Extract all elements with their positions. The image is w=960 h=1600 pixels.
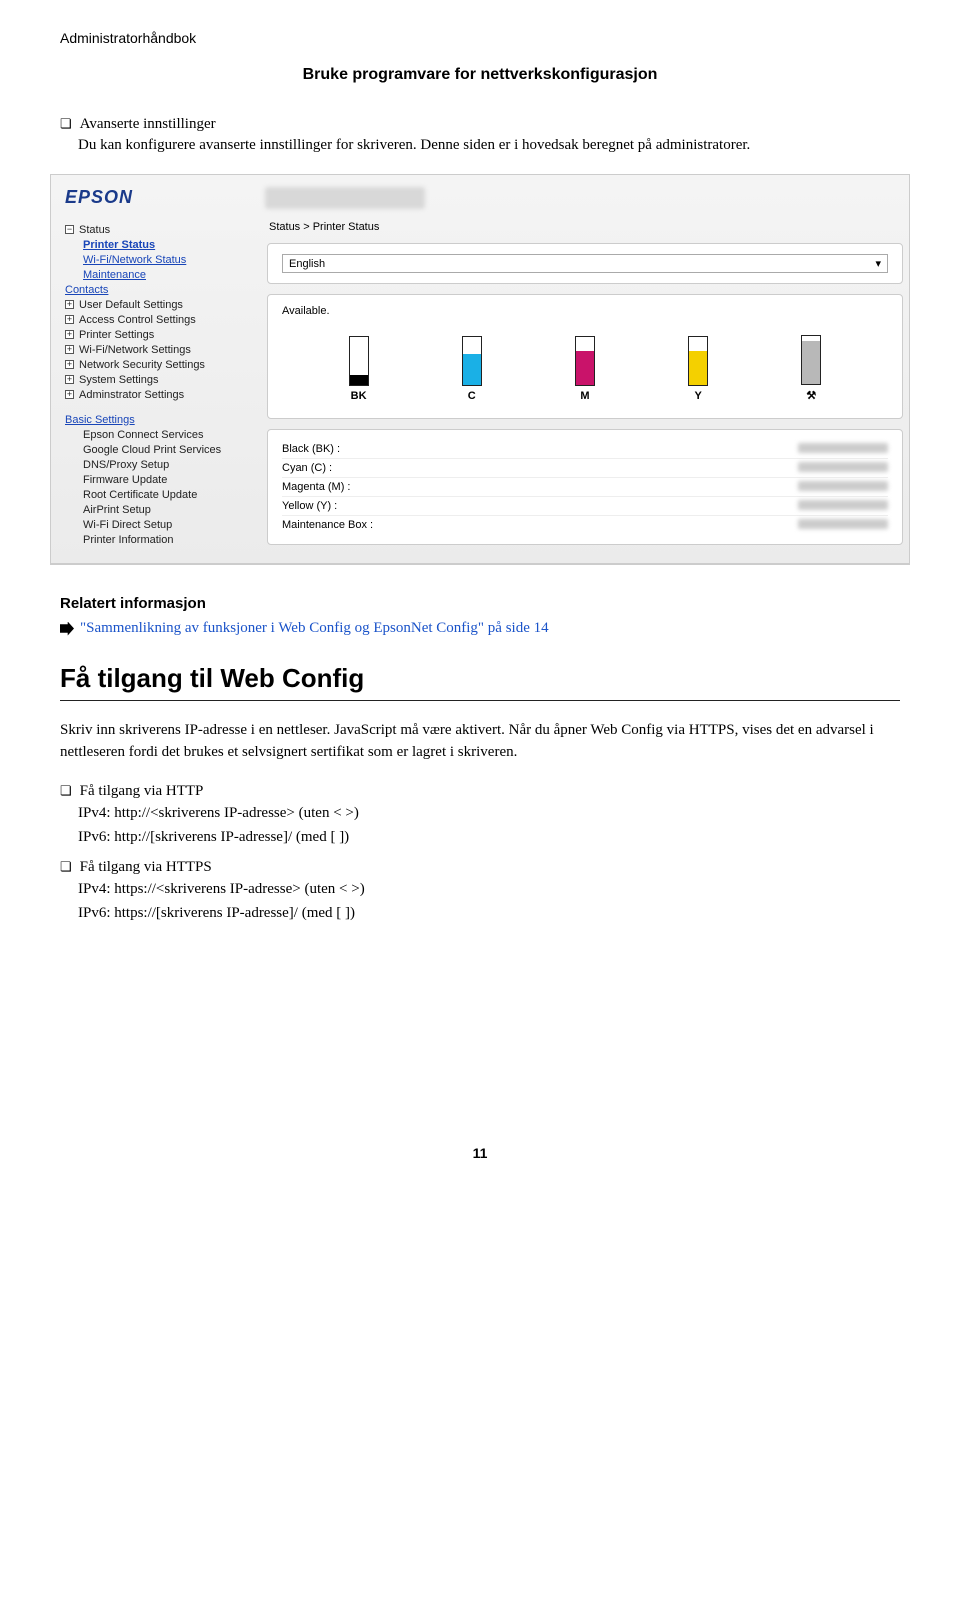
tree-wifi-direct[interactable]: Wi-Fi Direct Setup: [65, 517, 249, 532]
blurred-value: [798, 481, 888, 491]
tree-contacts[interactable]: Contacts: [65, 282, 249, 297]
ink-maintbox: ⚒: [801, 335, 821, 402]
expand-icon[interactable]: +: [65, 330, 74, 339]
tree-basic-settings[interactable]: Basic Settings: [65, 412, 249, 427]
ink-label-m: M: [580, 390, 589, 402]
chevron-down-icon: ▾: [875, 257, 881, 270]
tree-status[interactable]: −Status: [65, 222, 249, 237]
page-number: 11: [60, 1145, 900, 1161]
bullet-icon: ❏: [60, 857, 72, 877]
https-ipv6: IPv6: https://[skriverens IP-adresse]/ (…: [78, 901, 900, 925]
tree-label: System Settings: [79, 374, 158, 386]
tree-network-security[interactable]: + Network Security Settings: [65, 357, 249, 372]
ink-label-c: C: [468, 390, 476, 402]
consumable-row: Yellow (Y) :: [282, 496, 888, 515]
tree-label: Printer Settings: [79, 329, 154, 341]
https-title: Få tilgang via HTTPS: [80, 857, 212, 877]
tree-epson-connect[interactable]: Epson Connect Services: [65, 427, 249, 442]
section-title: Bruke programvare for nettverkskonfigura…: [60, 66, 900, 84]
language-value: English: [289, 258, 325, 270]
consumables-panel: Black (BK) : Cyan (C) : Magenta (M) : Ye…: [267, 429, 903, 545]
expand-icon[interactable]: +: [65, 390, 74, 399]
para-intro: Skriv inn skriverens IP-adresse i en net…: [60, 719, 900, 763]
heading-web-config: Få tilgang til Web Config: [60, 663, 900, 701]
blurred-value: [798, 519, 888, 529]
expand-icon[interactable]: +: [65, 345, 74, 354]
blurred-value: [798, 462, 888, 472]
blurred-value: [798, 443, 888, 453]
tree-airprint[interactable]: AirPrint Setup: [65, 502, 249, 517]
consumable-label: Yellow (Y) :: [282, 500, 337, 512]
ink-cyan: C: [462, 336, 482, 402]
expand-icon[interactable]: +: [65, 360, 74, 369]
tree-root-cert[interactable]: Root Certificate Update: [65, 487, 249, 502]
blurred-value: [798, 500, 888, 510]
https-ipv4: IPv4: https://<skriverens IP-adresse> (u…: [78, 877, 900, 901]
ink-label-bk: BK: [351, 390, 367, 402]
webconfig-screenshot: EPSON −Status Printer Status Wi-Fi/Netwo…: [50, 174, 910, 565]
status-panel: Available. BK C M Y ⚒: [267, 294, 903, 419]
tree-user-default[interactable]: + User Default Settings: [65, 297, 249, 312]
epson-logo: EPSON: [65, 187, 249, 208]
expand-icon[interactable]: +: [65, 375, 74, 384]
http-ipv6: IPv6: http://[skriverens IP-adresse]/ (m…: [78, 825, 900, 849]
ink-levels: BK C M Y ⚒: [282, 329, 888, 408]
screenshot-main: Status > Printer Status English ▾ Availa…: [261, 175, 909, 563]
tree-dns[interactable]: DNS/Proxy Setup: [65, 457, 249, 472]
tree-wifi-settings[interactable]: + Wi-Fi/Network Settings: [65, 342, 249, 357]
tree-system-settings[interactable]: + System Settings: [65, 372, 249, 387]
bullet-icon: ❏: [60, 781, 72, 801]
tree-printer-settings[interactable]: + Printer Settings: [65, 327, 249, 342]
ink-magenta: M: [575, 336, 595, 402]
ink-black: BK: [349, 336, 369, 402]
tree-access-control[interactable]: + Access Control Settings: [65, 312, 249, 327]
screenshot-sidebar: EPSON −Status Printer Status Wi-Fi/Netwo…: [51, 175, 261, 563]
tree-maintenance[interactable]: Maintenance: [65, 267, 249, 282]
tree-printer-info[interactable]: Printer Information: [65, 532, 249, 547]
ink-label-mb: ⚒: [806, 389, 816, 402]
consumable-label: Cyan (C) :: [282, 462, 332, 474]
consumable-row: Cyan (C) :: [282, 458, 888, 477]
tree-printer-status[interactable]: Printer Status: [65, 237, 249, 252]
doc-header: Administratorhåndbok: [60, 30, 900, 46]
consumable-row: Black (BK) :: [282, 440, 888, 458]
http-bullet: ❏ Få tilgang via HTTP: [60, 781, 900, 801]
related-link-row: "Sammenlikning av funksjoner i Web Confi…: [60, 620, 900, 637]
tree-gcp[interactable]: Google Cloud Print Services: [65, 442, 249, 457]
tree-admin-settings[interactable]: + Adminstrator Settings: [65, 387, 249, 402]
advanced-settings-block: ❏ Avanserte innstillinger Du kan konfigu…: [60, 114, 900, 156]
http-ipv4: IPv4: http://<skriverens IP-adresse> (ut…: [78, 801, 900, 825]
language-select[interactable]: English ▾: [282, 254, 888, 273]
ink-yellow: Y: [688, 336, 708, 402]
advanced-settings-body: Du kan konfigurere avanserte innstilling…: [78, 134, 900, 156]
tree-label: Access Control Settings: [79, 314, 196, 326]
consumable-label: Magenta (M) :: [282, 481, 350, 493]
bullet-icon: ❏: [60, 114, 72, 134]
tree-firmware[interactable]: Firmware Update: [65, 472, 249, 487]
http-title: Få tilgang via HTTP: [80, 781, 204, 801]
expand-icon[interactable]: +: [65, 300, 74, 309]
tree-label: Adminstrator Settings: [79, 389, 184, 401]
collapse-icon[interactable]: −: [65, 225, 74, 234]
advanced-settings-title: Avanserte innstillinger: [80, 114, 216, 134]
tree-wifi-status[interactable]: Wi-Fi/Network Status: [65, 252, 249, 267]
expand-icon[interactable]: +: [65, 315, 74, 324]
model-blurred: [265, 187, 425, 209]
tree-label: Network Security Settings: [79, 359, 205, 371]
related-link[interactable]: "Sammenlikning av funksjoner i Web Confi…: [80, 620, 549, 637]
consumable-row: Magenta (M) :: [282, 477, 888, 496]
tree-label: Wi-Fi/Network Settings: [79, 344, 191, 356]
status-available: Available.: [282, 305, 888, 317]
breadcrumb: Status > Printer Status: [265, 215, 905, 233]
consumable-label: Maintenance Box :: [282, 519, 373, 531]
consumable-label: Black (BK) :: [282, 443, 340, 455]
ink-label-y: Y: [694, 390, 701, 402]
language-panel: English ▾: [267, 243, 903, 284]
consumable-row: Maintenance Box :: [282, 515, 888, 534]
arrow-icon: [60, 622, 74, 636]
tree-status-label: Status: [79, 224, 110, 236]
tree-label: User Default Settings: [79, 299, 183, 311]
https-bullet: ❏ Få tilgang via HTTPS: [60, 857, 900, 877]
related-heading: Relatert informasjon: [60, 595, 900, 612]
